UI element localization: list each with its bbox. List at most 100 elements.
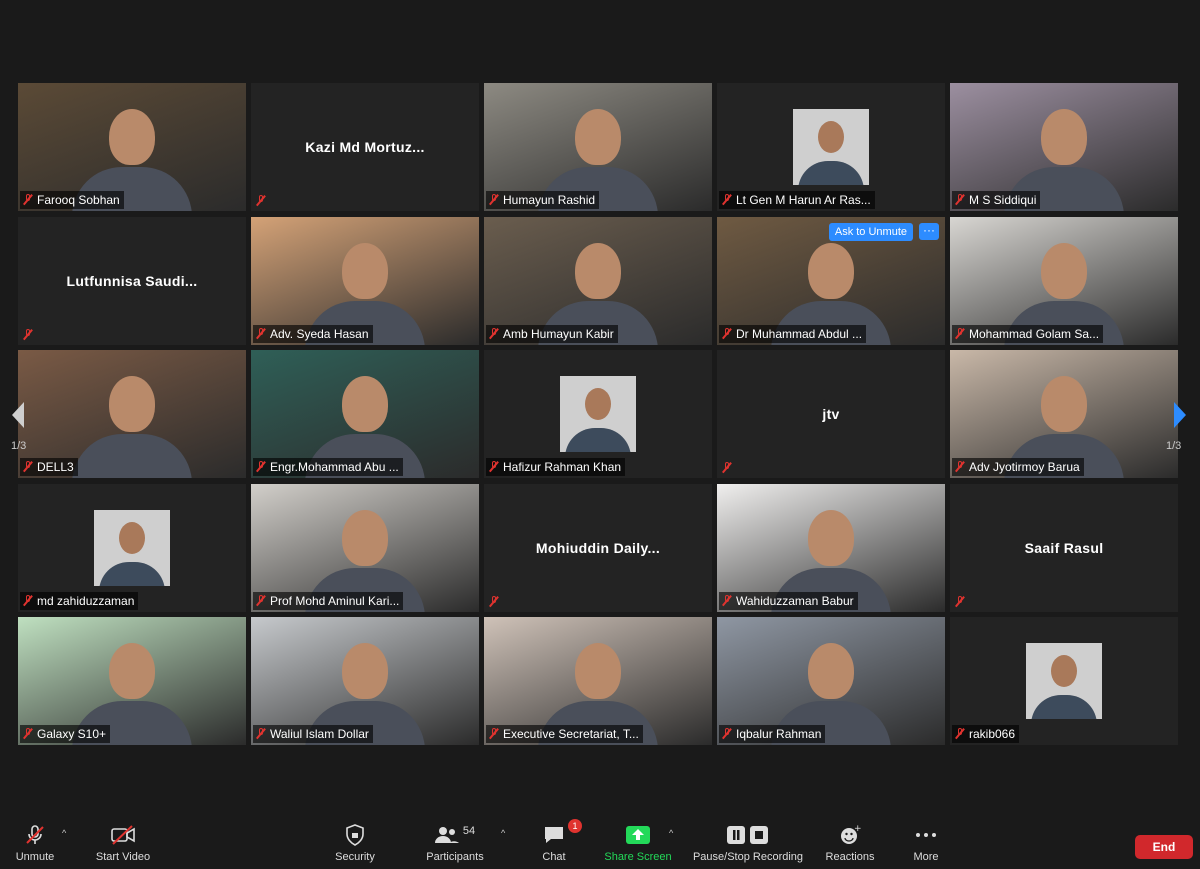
participants-label: Participants: [426, 851, 484, 863]
next-page-arrow-icon[interactable]: [1170, 400, 1190, 430]
more-label: More: [913, 851, 939, 863]
profile-picture: [94, 510, 170, 586]
recording-label: Pause/Stop Recording: [692, 851, 804, 863]
participant-name: Prof Mohd Aminul Kari...: [270, 594, 400, 608]
audio-options-chevron-icon[interactable]: ^: [62, 828, 66, 838]
participant-tile[interactable]: md zahiduzzaman: [18, 484, 246, 612]
security-label: Security: [335, 851, 375, 863]
muted-mic-icon: [722, 328, 732, 339]
participant-tile[interactable]: Humayun Rashid: [484, 83, 712, 211]
unmute-label: Unmute: [15, 851, 55, 863]
participant-name-label: Amb Humayun Kabir: [486, 325, 618, 343]
muted-mic-icon: [955, 596, 965, 607]
chat-unread-badge: 1: [568, 819, 582, 833]
participants-icon: [434, 827, 459, 843]
page-indicator-left: 1/3: [11, 440, 27, 452]
participant-tile[interactable]: Dr Muhammad Abdul ... Ask to Unmute ···: [717, 217, 945, 345]
muted-mic-icon: [23, 461, 33, 472]
video-grid: Farooq Sobhan Kazi Md Mortuz... Humayun Ra…: [18, 83, 1182, 748]
muted-mic-icon: [489, 194, 499, 205]
participant-display-name: jtv: [822, 406, 840, 422]
share-options-chevron-icon[interactable]: ^: [669, 828, 673, 838]
profile-picture: [793, 109, 869, 185]
participant-tile[interactable]: Adv. Syeda Hasan: [251, 217, 479, 345]
tile-more-options-button[interactable]: ···: [919, 223, 939, 240]
participant-name-label: Farooq Sobhan: [20, 191, 124, 209]
pause-stop-recording-button[interactable]: Pause/Stop Recording: [690, 824, 806, 863]
muted-mic-icon: [955, 461, 965, 472]
profile-picture: [1026, 643, 1102, 719]
prev-page-arrow-icon[interactable]: [8, 400, 28, 430]
participant-tile[interactable]: Saaif Rasul: [950, 484, 1178, 612]
participant-tile[interactable]: Amb Humayun Kabir: [484, 217, 712, 345]
participant-tile[interactable]: Adv Jyotirmoy Barua: [950, 350, 1178, 478]
reactions-button[interactable]: + Reactions: [822, 824, 878, 863]
participant-tile[interactable]: Engr.Mohammad Abu ...: [251, 350, 479, 478]
participant-tile[interactable]: Mohiuddin Daily...: [484, 484, 712, 612]
smiley-icon: +: [841, 824, 861, 844]
participant-name-label: Mohammad Golam Sa...: [952, 325, 1104, 343]
participant-name: Adv Jyotirmoy Barua: [969, 460, 1080, 474]
muted-mic-icon: [722, 194, 732, 205]
participant-tile[interactable]: Galaxy S10+: [18, 617, 246, 745]
reactions-label: Reactions: [825, 851, 875, 863]
ask-to-unmute-button[interactable]: Ask to Unmute: [828, 223, 913, 241]
participant-display-name: Mohiuddin Daily...: [535, 540, 661, 556]
muted-mic-icon: [489, 596, 499, 607]
participant-tile[interactable]: Hafizur Rahman Khan: [484, 350, 712, 478]
participant-name-label: Lt Gen M Harun Ar Ras...: [719, 191, 875, 209]
participant-display-name: Kazi Md Mortuz...: [305, 139, 425, 155]
participant-name-label: Adv. Syeda Hasan: [253, 325, 373, 343]
unmute-button[interactable]: Unmute: [10, 824, 60, 863]
start-video-button[interactable]: Start Video: [92, 824, 154, 863]
more-button[interactable]: More: [906, 824, 946, 863]
participant-tile[interactable]: Waliul Islam Dollar: [251, 617, 479, 745]
participants-count: 54: [462, 825, 476, 837]
participant-name: Executive Secretariat, T...: [503, 727, 639, 741]
share-screen-button[interactable]: Share Screen: [602, 824, 674, 863]
participant-tile[interactable]: Lutfunnisa Saudi...: [18, 217, 246, 345]
participant-name-label: Executive Secretariat, T...: [486, 725, 643, 743]
participant-tile[interactable]: Lt Gen M Harun Ar Ras...: [717, 83, 945, 211]
chat-button[interactable]: 1 Chat: [534, 819, 582, 863]
participant-name-label: Iqbalur Rahman: [719, 725, 826, 743]
participant-tile[interactable]: Executive Secretariat, T...: [484, 617, 712, 745]
participant-name: Amb Humayun Kabir: [503, 327, 614, 341]
participant-name-label: Hafizur Rahman Khan: [486, 458, 626, 476]
muted-mic-icon: [23, 329, 33, 340]
participant-display-name: Saaif Rasul: [1024, 540, 1104, 556]
participant-name: Iqbalur Rahman: [736, 727, 822, 741]
participant-name: Dr Muhammad Abdul ...: [736, 327, 863, 341]
participant-name-label: M S Siddiqui: [952, 191, 1041, 209]
muted-mic-icon: [722, 728, 732, 739]
muted-mic-icon: [256, 328, 266, 339]
participants-button[interactable]: 54 Participants: [422, 824, 488, 863]
participant-display-name: Lutfunnisa Saudi...: [66, 273, 198, 289]
participant-tile[interactable]: DELL3: [18, 350, 246, 478]
muted-mic-icon: [489, 328, 499, 339]
participant-name: Waliul Islam Dollar: [270, 727, 369, 741]
participant-name-label: Wahiduzzaman Babur: [719, 592, 858, 610]
meeting-toolbar: Unmute ^ Start Video Security 54 Partici…: [0, 818, 1200, 869]
participant-tile[interactable]: Farooq Sobhan: [18, 83, 246, 211]
muted-mic-icon: [256, 595, 266, 606]
muted-mic-icon: [23, 194, 33, 205]
participant-tile[interactable]: Kazi Md Mortuz...: [251, 83, 479, 211]
participant-tile[interactable]: Wahiduzzaman Babur: [717, 484, 945, 612]
participant-tile[interactable]: M S Siddiqui: [950, 83, 1178, 211]
participant-tile[interactable]: Prof Mohd Aminul Kari...: [251, 484, 479, 612]
participant-tile[interactable]: Mohammad Golam Sa...: [950, 217, 1178, 345]
pause-stop-icon: [727, 826, 768, 844]
muted-mic-icon: [955, 728, 965, 739]
chat-label: Chat: [542, 851, 566, 863]
security-button[interactable]: Security: [330, 824, 380, 863]
muted-mic-icon: [955, 194, 965, 205]
participant-tile[interactable]: jtv: [717, 350, 945, 478]
participant-name: Wahiduzzaman Babur: [736, 594, 854, 608]
shield-icon: [346, 824, 364, 846]
participants-chevron-icon[interactable]: ^: [501, 828, 505, 838]
participant-tile[interactable]: rakib066: [950, 617, 1178, 745]
end-meeting-button[interactable]: End: [1135, 835, 1193, 859]
participant-tile[interactable]: Iqbalur Rahman: [717, 617, 945, 745]
page-indicator-right: 1/3: [1166, 440, 1182, 452]
